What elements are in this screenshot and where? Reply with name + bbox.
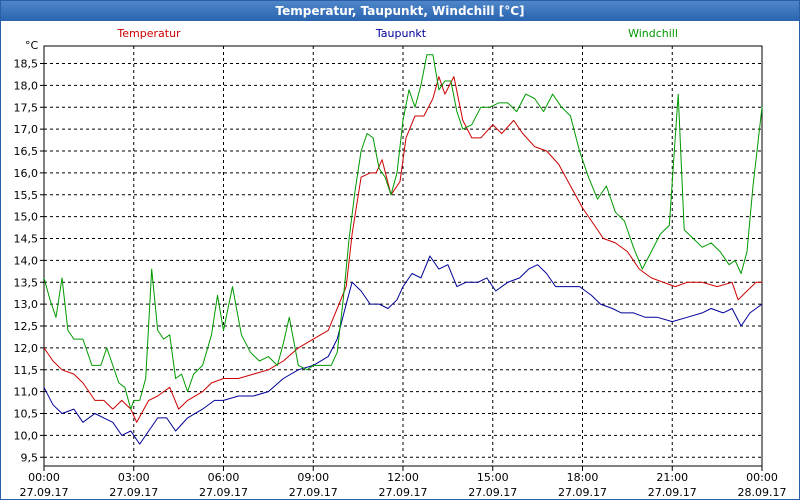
y-tick-label: 11,5 bbox=[14, 364, 39, 377]
y-tick-label: 16,5 bbox=[14, 145, 39, 158]
series-line-taupunkt bbox=[43, 255, 763, 445]
x-tick-date: 28.09.17 bbox=[738, 486, 787, 499]
axis-labels: 9,5 10,0 10,5 11,0 11,5 12,0 12,5 13,0 13,5 14,0 1… bbox=[14, 58, 787, 500]
x-tick-date: 27.09.17 bbox=[468, 486, 517, 499]
x-tick-date: 27.09.17 bbox=[379, 486, 428, 499]
x-tick-date: 27.09.17 bbox=[20, 486, 69, 499]
y-tick-label: 10,0 bbox=[14, 429, 39, 442]
y-tick-label: 17,5 bbox=[14, 101, 39, 114]
chart-legend: Temperatur Taupunkt Windchill bbox=[116, 27, 678, 40]
x-tick-time: 00:00 bbox=[28, 471, 60, 484]
y-tick-label: 12,5 bbox=[14, 320, 39, 333]
y-tick-label: 18,5 bbox=[14, 58, 39, 71]
y-tick-label: 14,5 bbox=[14, 233, 39, 246]
x-tick-date: 27.09.17 bbox=[199, 486, 248, 499]
y-tick-label: 16,0 bbox=[14, 167, 39, 180]
y-axis-unit-label: °C bbox=[25, 39, 39, 52]
y-tick-label: 10,5 bbox=[14, 408, 39, 421]
x-tick-time: 18:00 bbox=[567, 471, 599, 484]
x-tick-time: 03:00 bbox=[118, 471, 150, 484]
window-title: Temperatur, Taupunkt, Windchill [°C] bbox=[1, 1, 799, 21]
chart-window: Temperatur, Taupunkt, Windchill [°C] 9,5… bbox=[0, 0, 800, 500]
x-tick-date: 27.09.17 bbox=[648, 486, 697, 499]
y-tick-label: 11,0 bbox=[14, 386, 39, 399]
y-tick-label: 12,0 bbox=[14, 342, 39, 355]
x-tick-time: 06:00 bbox=[208, 471, 240, 484]
x-tick-date: 27.09.17 bbox=[558, 486, 607, 499]
x-tick-time: 15:00 bbox=[477, 471, 509, 484]
x-tick-date: 27.09.17 bbox=[109, 486, 158, 499]
chart-canvas: 9,5 10,0 10,5 11,0 11,5 12,0 12,5 13,0 13,5 14,0 1… bbox=[14, 27, 787, 500]
x-tick-date: 27.09.17 bbox=[289, 486, 338, 499]
legend-temperatur: Temperatur bbox=[116, 27, 181, 40]
chart-grid bbox=[40, 46, 763, 471]
y-tick-label: 9,5 bbox=[21, 451, 39, 464]
y-tick-label: 15,0 bbox=[14, 211, 39, 224]
x-tick-time: 12:00 bbox=[387, 471, 419, 484]
x-tick-time: 21:00 bbox=[656, 471, 688, 484]
y-tick-label: 18,0 bbox=[14, 79, 39, 92]
y-tick-label: 14,0 bbox=[14, 254, 39, 267]
legend-windchill: Windchill bbox=[628, 27, 678, 40]
y-tick-label: 13,5 bbox=[14, 276, 39, 289]
y-tick-label: 13,0 bbox=[14, 298, 39, 311]
y-tick-label: 17,0 bbox=[14, 123, 39, 136]
x-tick-time: 00:00 bbox=[746, 471, 778, 484]
y-tick-label: 15,5 bbox=[14, 189, 39, 202]
legend-taupunkt: Taupunkt bbox=[375, 27, 427, 40]
x-tick-time: 09:00 bbox=[297, 471, 329, 484]
